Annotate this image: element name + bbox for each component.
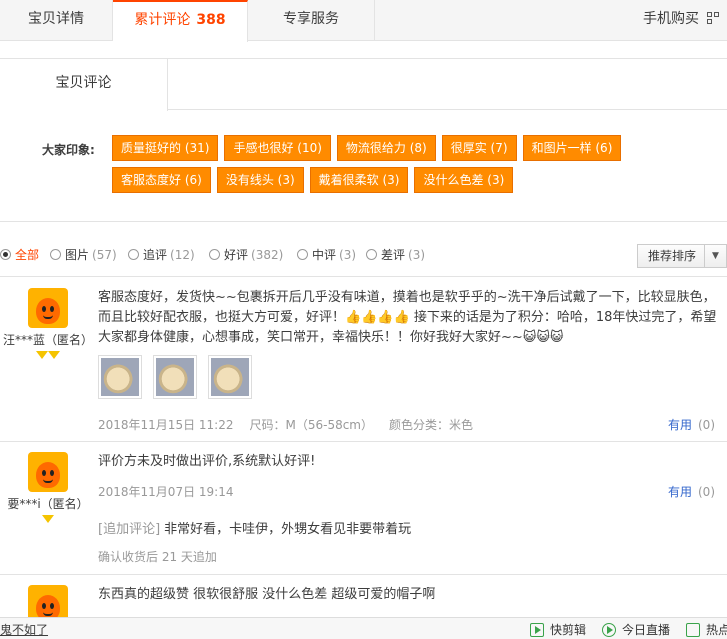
impression-tags: 质量挺好的 (31) 手感也很好 (10) 物流很给力 (8) 很厚实 (7) 和图片一…: [112, 135, 652, 199]
review-photo[interactable]: [153, 355, 197, 399]
impression-tag[interactable]: 戴着很柔软 (3): [309, 167, 409, 193]
tab-label: 专享服务: [283, 11, 339, 27]
useful-count: (0): [698, 418, 715, 432]
useful-vote: 有用 (0): [668, 483, 715, 500]
review-content: 客服态度好，发货快~~包裹拆开后几乎没有味道，摸着也是软乎乎的~洗干净后试戴了一…: [98, 290, 717, 345]
grid-icon: [686, 623, 700, 637]
filter-followup[interactable]: 追评 (12): [128, 246, 195, 264]
diamond-icon: [36, 351, 48, 359]
filter-pictures[interactable]: 图片 (57): [50, 246, 117, 264]
review-user: 汪***蓝（匿名）: [0, 288, 96, 362]
review-content: 东西真的超级赞 很软很舒服 没什么色差 超级可爱的帽子啊: [98, 587, 436, 602]
review-photos: [98, 355, 263, 402]
quick-edit-button[interactable]: 快剪辑: [530, 621, 586, 638]
impression-tag[interactable]: 没什么色差 (3): [414, 167, 514, 193]
avatar[interactable]: [28, 452, 68, 492]
filter-count: (12): [170, 248, 195, 262]
sort-label: 推荐排序: [648, 249, 697, 263]
chevron-down-icon: ▼: [704, 245, 726, 267]
bottom-item-label: 今日直播: [622, 623, 671, 637]
subtab-reviews[interactable]: 宝贝评论: [0, 58, 168, 111]
filter-negative[interactable]: 差评 (3): [366, 246, 425, 264]
live-button[interactable]: 今日直播: [602, 621, 670, 638]
followup-text: 非常好看，卡哇伊，外甥女看见非要带着玩: [164, 522, 412, 537]
review-subtab-bar: 宝贝评论: [0, 58, 727, 111]
review-content: 评价方未及时做出评价,系统默认好评!: [98, 454, 316, 469]
bottom-news-link[interactable]: 鬼不如了: [0, 621, 48, 638]
filter-count: (3): [408, 248, 426, 262]
radio-icon: [209, 249, 220, 260]
bottom-item-label: 热点: [706, 623, 727, 637]
review-count: 388: [196, 12, 226, 28]
radio-icon: [0, 249, 11, 260]
mobile-buy-label: 手机购买: [643, 11, 699, 27]
review-meta: 2018年11月07日 19:14: [98, 483, 249, 500]
review-color: 颜色分类：米色: [389, 418, 474, 432]
useful-count: (0): [698, 485, 715, 499]
diamond-icon: [42, 515, 54, 523]
tab-services[interactable]: 专享服务: [248, 0, 375, 41]
live-icon: [602, 623, 616, 637]
divider: [0, 441, 727, 442]
sort-dropdown[interactable]: 推荐排序 ▼: [637, 244, 727, 268]
divider: [0, 574, 727, 575]
review-size: 尺码：M（56-58cm）: [249, 418, 373, 432]
useful-vote: 有用 (0): [668, 416, 715, 433]
tab-item-details[interactable]: 宝贝详情: [0, 0, 113, 41]
mobile-buy-button[interactable]: 手机购买: [643, 0, 727, 41]
diamond-icon: [48, 351, 60, 359]
impression-tag[interactable]: 手感也很好 (10): [224, 135, 331, 161]
bottom-item-label: 快剪辑: [550, 623, 587, 637]
filter-neutral[interactable]: 中评 (3): [297, 246, 356, 264]
impression-label: 大家印象:: [42, 143, 95, 157]
divider: [0, 221, 727, 222]
qr-code-icon: [707, 12, 719, 24]
useful-button[interactable]: 有用: [668, 485, 692, 499]
useful-button[interactable]: 有用: [668, 418, 692, 432]
tab-bar: 宝贝详情 累计评论 388 专享服务 手机购买: [0, 0, 727, 42]
filter-count: (3): [339, 248, 357, 262]
review-photo[interactable]: [98, 355, 142, 399]
filter-count: (57): [92, 248, 117, 262]
tab-reviews[interactable]: 累计评论 388: [113, 0, 248, 42]
review-meta: 2018年11月15日 11:22 尺码：M（56-58cm） 颜色分类：米色: [98, 416, 489, 433]
hot-button[interactable]: 热点: [686, 621, 727, 638]
divider: [0, 276, 727, 277]
bottom-toolbar: 鬼不如了 快剪辑 今日直播 热点: [0, 617, 727, 639]
avatar[interactable]: [28, 288, 68, 328]
tab-label: 宝贝详情: [28, 11, 84, 27]
review-user: 要***i（匿名）: [0, 452, 96, 526]
filter-label: 追评: [143, 248, 168, 262]
tab-label: 累计评论: [134, 12, 191, 28]
followup-review: [追加评论] 非常好看，卡哇伊，外甥女看见非要带着玩: [98, 518, 411, 537]
impression-tag[interactable]: 物流很给力 (8): [336, 135, 436, 161]
review-photo[interactable]: [208, 355, 252, 399]
review-filter-bar: 全部 图片 (57) 追评 (12) 好评 (382) 中评 (3) 差评 (3) 推荐排…: [0, 242, 727, 268]
impression-tag[interactable]: 很厚实 (7): [441, 135, 517, 161]
filter-label: 图片: [65, 248, 90, 262]
filter-count: (382): [251, 248, 284, 262]
impression-tag[interactable]: 和图片一样 (6): [522, 135, 622, 161]
radio-icon: [366, 249, 377, 260]
user-name: 汪***蓝（匿名）: [2, 333, 93, 347]
impression-tag[interactable]: 客服态度好 (6): [112, 167, 211, 193]
radio-icon: [297, 249, 308, 260]
review-date: 2018年11月07日 19:14: [98, 485, 234, 499]
filter-label: 全部: [15, 248, 40, 262]
followup-meta: 确认收货后 21 天追加: [98, 550, 217, 564]
followup-tag: [追加评论]: [98, 522, 161, 537]
user-name: 要***i（匿名）: [7, 497, 89, 511]
play-icon: [530, 623, 544, 637]
filter-label: 中评: [312, 248, 337, 262]
filter-all[interactable]: 全部: [0, 246, 39, 264]
filter-positive[interactable]: 好评 (382): [209, 246, 283, 264]
filter-label: 差评: [381, 248, 406, 262]
filter-label: 好评: [224, 248, 249, 262]
impression-tag[interactable]: 没有线头 (3): [216, 167, 304, 193]
radio-icon: [50, 249, 61, 260]
review-date: 2018年11月15日 11:22: [98, 418, 234, 432]
impression-tag[interactable]: 质量挺好的 (31): [112, 135, 219, 161]
radio-icon: [128, 249, 139, 260]
